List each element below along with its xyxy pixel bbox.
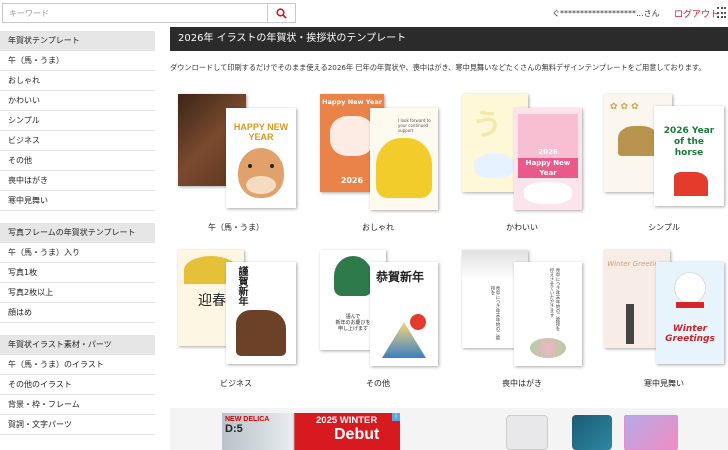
category-card-horse[interactable]: HAPPY NEW YEAR 午（馬・うま） bbox=[176, 94, 296, 234]
category-label: ビジネス bbox=[220, 379, 252, 388]
sidebar-item-winter[interactable]: 寒中見舞い bbox=[0, 191, 155, 211]
category-thumbnail: う 2026 Happy New Year bbox=[462, 94, 582, 214]
category-card-business[interactable]: 迎春 謹賀新年 ビジネス bbox=[176, 250, 296, 390]
sidebar-item-photo-one[interactable]: 写真1枚 bbox=[0, 263, 155, 283]
ad-product-image[interactable] bbox=[624, 415, 678, 450]
category-card-other[interactable]: 謹んで 新年のお慶びを 申し上げます 恭賀新年 その他 bbox=[318, 250, 438, 390]
sidebar-item-other[interactable]: その他 bbox=[0, 151, 155, 171]
category-label: 午（馬・うま） bbox=[208, 223, 264, 232]
ad-banner[interactable]: NEW DELICA D:5 2025 WINTER Debut bbox=[222, 413, 400, 450]
sidebar-item-face[interactable]: 顔はめ bbox=[0, 303, 155, 323]
category-label: かわいい bbox=[506, 223, 538, 232]
ad-product-image[interactable] bbox=[572, 415, 612, 450]
category-thumbnail: 喪中につき年末年始のご挨拶を 喪中につき年末年始のご挨拶を控えさせていただきます bbox=[462, 250, 582, 370]
ad-info-icon[interactable]: i bbox=[392, 413, 400, 421]
category-thumbnail: 迎春 謹賀新年 bbox=[176, 250, 296, 370]
sidebar-item-photo-horse[interactable]: 午（馬・うま）入り bbox=[0, 243, 155, 263]
category-label: シンプル bbox=[648, 223, 680, 232]
sidebar-section-title: 写真フレームの年賀状テンプレート bbox=[0, 223, 155, 243]
search-icon bbox=[276, 7, 287, 19]
sidebar-item-frames[interactable]: 背景・枠・フレーム bbox=[0, 395, 155, 415]
sidebar-section-title: 年賀状イラスト素材・パーツ bbox=[0, 335, 155, 355]
category-thumbnail: ✿✿✿ 2026 Year of the horse bbox=[604, 94, 724, 214]
logout-link[interactable]: ログアウト bbox=[674, 7, 719, 20]
category-label: おしゃれ bbox=[362, 223, 394, 232]
category-card-cute[interactable]: う 2026 Happy New Year かわいい bbox=[462, 94, 582, 234]
search-button[interactable] bbox=[267, 4, 295, 22]
sidebar-item-photo-multi[interactable]: 写真2枚以上 bbox=[0, 283, 155, 303]
ad-product-image[interactable] bbox=[506, 415, 548, 450]
category-card-stylish[interactable]: Happy New Year 2026 I look forward to yo… bbox=[318, 94, 438, 234]
category-thumbnail: Winter Greetings Winter Greetings bbox=[604, 250, 724, 370]
category-thumbnail: Happy New Year 2026 I look forward to yo… bbox=[318, 94, 438, 214]
sidebar-section-title: 年賀状テンプレート bbox=[0, 31, 155, 51]
sidebar-item-mourning[interactable]: 喪中はがき bbox=[0, 171, 155, 191]
category-card-mourning[interactable]: 喪中につき年末年始のご挨拶を 喪中につき年末年始のご挨拶を控えさせていただきます… bbox=[462, 250, 582, 390]
page-title: 2026年 イラストの年賀状・挨拶状のテンプレート bbox=[170, 27, 728, 51]
sidebar-item-text-parts[interactable]: 賀詞・文字パーツ bbox=[0, 415, 155, 435]
top-bar: ぐ*******************...さん ログアウト bbox=[0, 0, 728, 27]
ad-title: 2025 WINTER bbox=[316, 415, 378, 426]
sidebar-item-horse-illust[interactable]: 午（馬・うま）のイラスト bbox=[0, 355, 155, 375]
sidebar-item-business[interactable]: ビジネス bbox=[0, 131, 155, 151]
ad-subtitle: Debut bbox=[334, 426, 380, 443]
sidebar-item-cute[interactable]: かわいい bbox=[0, 91, 155, 111]
category-card-winter[interactable]: Winter Greetings Winter Greetings 寒中見舞い bbox=[604, 250, 724, 390]
search-box bbox=[2, 3, 296, 23]
category-thumbnail: 謹んで 新年のお慶びを 申し上げます 恭賀新年 bbox=[318, 250, 438, 370]
category-thumbnail: HAPPY NEW YEAR bbox=[176, 94, 296, 214]
intro-text: ダウンロードして印刷するだけでそのまま使える2026年 巳年の年賀状や、喪中はが… bbox=[170, 63, 706, 72]
category-label: 喪中はがき bbox=[502, 379, 542, 388]
category-card-simple[interactable]: ✿✿✿ 2026 Year of the horse シンプル bbox=[604, 94, 724, 234]
user-name: ぐ*******************...さん bbox=[552, 9, 660, 18]
category-label: 寒中見舞い bbox=[644, 379, 684, 388]
menu-grid-icon[interactable] bbox=[717, 7, 726, 19]
sidebar-item-stylish[interactable]: おしゃれ bbox=[0, 71, 155, 91]
sidebar-item-simple[interactable]: シンプル bbox=[0, 111, 155, 131]
sidebar-item-other-illust[interactable]: その他のイラスト bbox=[0, 375, 155, 395]
sidebar-item-horse[interactable]: 午（馬・うま） bbox=[0, 51, 155, 71]
sidebar: 年賀状テンプレート 午（馬・うま） おしゃれ かわいい シンプル ビジネス その… bbox=[0, 27, 155, 450]
ad-brand: NEW DELICA bbox=[225, 416, 270, 423]
card-greeting: HAPPY NEW YEAR bbox=[233, 122, 289, 142]
search-input[interactable] bbox=[3, 4, 267, 22]
category-label: その他 bbox=[366, 379, 390, 388]
ad-model: D:5 bbox=[225, 423, 243, 435]
